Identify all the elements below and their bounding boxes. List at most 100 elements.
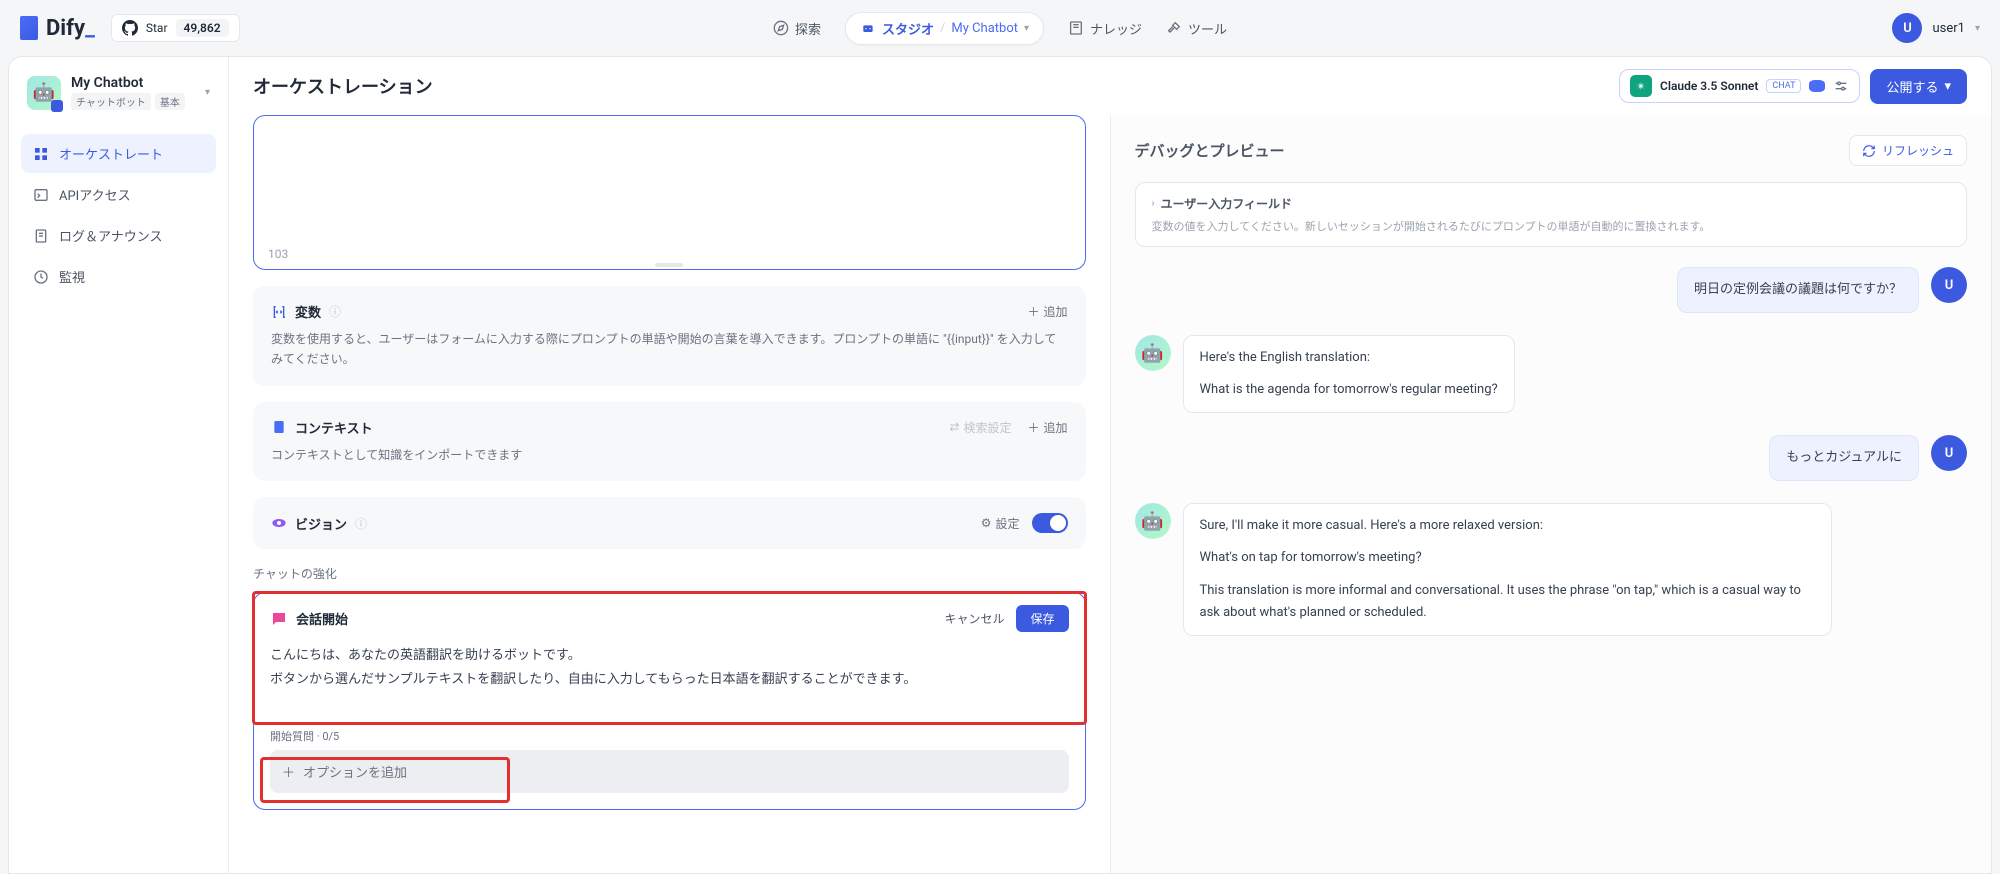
- sidebar-item-logs[interactable]: ログ＆アナウンス: [21, 216, 216, 255]
- chat-badge: CHAT: [1766, 79, 1801, 93]
- app-selector[interactable]: 🤖 My Chatbot チャットボット 基本 ▾: [21, 71, 216, 114]
- user-avatar: U: [1892, 13, 1922, 43]
- brackets-icon: [271, 304, 287, 320]
- chat-log: 明日の定例会議の議題は何ですか？ U 🤖 Here's the English …: [1135, 267, 1968, 853]
- book-icon: [1068, 20, 1084, 36]
- uf-title: ユーザー入力フィールド: [1161, 195, 1293, 212]
- sidebar-item-orchestrate[interactable]: オーケストレート: [21, 134, 216, 173]
- preview-pane: デバッグとプレビュー リフレッシュ › ユーザー入力フィールド 変数の値を入力し…: [1110, 115, 1992, 873]
- chevron-right-icon: ›: [1152, 198, 1155, 209]
- github-icon: [122, 20, 138, 36]
- terminal-icon: [33, 187, 49, 203]
- app-tag-mode: 基本: [155, 93, 185, 110]
- sidebar-item-label: オーケストレート: [59, 144, 163, 163]
- model-name: Claude 3.5 Sonnet: [1660, 79, 1758, 93]
- nav-tools[interactable]: ツール: [1166, 19, 1227, 38]
- hammer-icon: [1166, 20, 1182, 36]
- bot-avatar: 🤖: [1135, 335, 1171, 371]
- refresh-icon: [1862, 144, 1876, 158]
- resize-handle[interactable]: [655, 263, 683, 267]
- github-star-button[interactable]: Star 49,862: [111, 14, 240, 42]
- prompt-editor[interactable]: 103: [253, 115, 1086, 270]
- eye-icon: [1809, 80, 1825, 92]
- sidebar-item-monitor[interactable]: 監視: [21, 257, 216, 296]
- file-icon: [33, 228, 49, 244]
- user-avatar: U: [1931, 267, 1967, 303]
- help-icon[interactable]: ⓘ: [355, 515, 367, 532]
- page-title: オーケストレーション: [253, 73, 433, 99]
- nav-knowledge[interactable]: ナレッジ: [1068, 19, 1142, 38]
- save-button[interactable]: 保存: [1016, 605, 1068, 632]
- logo[interactable]: Dify_: [20, 16, 95, 41]
- chevron-down-icon: ▾: [1024, 23, 1029, 34]
- app-tag-type: チャットボット: [71, 93, 151, 110]
- questions-count-label: 開始質問 · 0/5: [254, 718, 1085, 750]
- vision-toggle[interactable]: [1032, 513, 1068, 533]
- add-option-button[interactable]: ＋ オプションを追加: [270, 750, 1069, 793]
- variables-section: 変数 ⓘ ＋ 追加 変数を使用すると、ユーザーはフォームに入力する際にプロンプト…: [253, 286, 1086, 386]
- orchestration-pane: 103 変数 ⓘ ＋ 追加 変数を使用すると、ユーザーはフォームに入力する際にプ…: [229, 115, 1110, 873]
- uf-description: 変数の値を入力してください。新しいセッションが開始されるたびにプロンプトの単語が…: [1152, 218, 1951, 234]
- add-context-button[interactable]: ＋ 追加: [1027, 419, 1067, 436]
- vision-settings-button[interactable]: ⚙ 設定: [981, 515, 1020, 532]
- brand-name: Dify: [46, 16, 85, 41]
- section-description: 変数を使用すると、ユーザーはフォームに入力する際にプロンプトの単語や開始の言葉を…: [271, 329, 1068, 370]
- message-text: 明日の定例会議の議題は何ですか？: [1677, 267, 1919, 313]
- char-count: 103: [268, 247, 288, 261]
- conversation-start-section: 会話開始 キャンセル 保存 開始質問 · 0/5 ＋ オプションを追加: [253, 592, 1086, 810]
- model-selector[interactable]: ✴ Claude 3.5 Sonnet CHAT: [1619, 69, 1860, 103]
- message-text: Here's the English translation: What is …: [1183, 335, 1515, 413]
- section-title: 会話開始: [296, 609, 348, 628]
- user-name: user1: [1932, 21, 1964, 36]
- section-title: ビジョン: [295, 514, 347, 533]
- compass-icon: [773, 20, 789, 36]
- help-icon[interactable]: ⓘ: [329, 303, 341, 320]
- section-title: 変数: [295, 302, 321, 321]
- bot-message: 🤖 Here's the English translation: What i…: [1135, 335, 1968, 413]
- star-label: Star: [146, 21, 168, 35]
- sliders-icon: [1833, 78, 1849, 94]
- nav-studio[interactable]: スタジオ / My Chatbot ▾: [845, 12, 1044, 45]
- enhance-group-label: チャットの強化: [253, 565, 1086, 582]
- add-variable-button[interactable]: ＋ 追加: [1027, 303, 1067, 320]
- bot-message: 🤖 Sure, I'll make it more casual. Here's…: [1135, 503, 1968, 635]
- top-nav: Dify_ Star 49,862 探索 スタジオ / My Chatbot ▾…: [0, 0, 2000, 56]
- cancel-button[interactable]: キャンセル: [944, 610, 1004, 627]
- opening-statement-input[interactable]: [254, 644, 1085, 714]
- layout-icon: [33, 146, 49, 162]
- content-header: オーケストレーション ✴ Claude 3.5 Sonnet CHAT 公開する…: [229, 57, 1991, 115]
- publish-button[interactable]: 公開する ▾: [1870, 69, 1967, 104]
- gauge-icon: [33, 269, 49, 285]
- robot-icon: [860, 20, 876, 36]
- user-message: 明日の定例会議の議題は何ですか？ U: [1135, 267, 1968, 313]
- speech-icon: [270, 610, 288, 628]
- anthropic-icon: ✴: [1630, 75, 1652, 97]
- user-input-fields-card[interactable]: › ユーザー入力フィールド 変数の値を入力してください。新しいセッションが開始さ…: [1135, 182, 1968, 247]
- user-menu[interactable]: U user1 ▾: [1892, 13, 1980, 43]
- eye-icon: [271, 515, 287, 531]
- logo-mark-icon: [20, 16, 38, 40]
- user-avatar: U: [1931, 435, 1967, 471]
- sidebar-item-label: ログ＆アナウンス: [59, 226, 162, 245]
- sidebar: 🤖 My Chatbot チャットボット 基本 ▾ オーケストレート APIアク…: [9, 57, 229, 873]
- chevron-down-icon: ▾: [1944, 79, 1951, 94]
- document-icon: [271, 419, 287, 435]
- app-icon: 🤖: [27, 76, 61, 110]
- message-text: もっとカジュアルに: [1769, 435, 1919, 481]
- sidebar-item-label: APIアクセス: [59, 185, 131, 204]
- context-section: コンテキスト ⇄ 検索設定 ＋ 追加 コンテキストとして知識をインポートできます: [253, 402, 1086, 481]
- app-name: My Chatbot: [71, 75, 185, 91]
- message-text: Sure, I'll make it more casual. Here's a…: [1183, 503, 1832, 635]
- section-title: コンテキスト: [295, 418, 373, 437]
- chevron-down-icon: ▾: [1975, 23, 1980, 34]
- search-settings-button: ⇄ 検索設定: [949, 419, 1011, 436]
- chevron-down-icon: ▾: [205, 87, 210, 98]
- star-count: 49,862: [176, 19, 229, 37]
- vision-section: ビジョン ⓘ ⚙ 設定: [253, 497, 1086, 549]
- nav-explore[interactable]: 探索: [773, 19, 821, 38]
- user-message: もっとカジュアルに U: [1135, 435, 1968, 481]
- sidebar-item-label: 監視: [59, 267, 85, 286]
- sidebar-item-api[interactable]: APIアクセス: [21, 175, 216, 214]
- preview-title: デバッグとプレビュー: [1135, 140, 1285, 161]
- refresh-button[interactable]: リフレッシュ: [1849, 135, 1967, 166]
